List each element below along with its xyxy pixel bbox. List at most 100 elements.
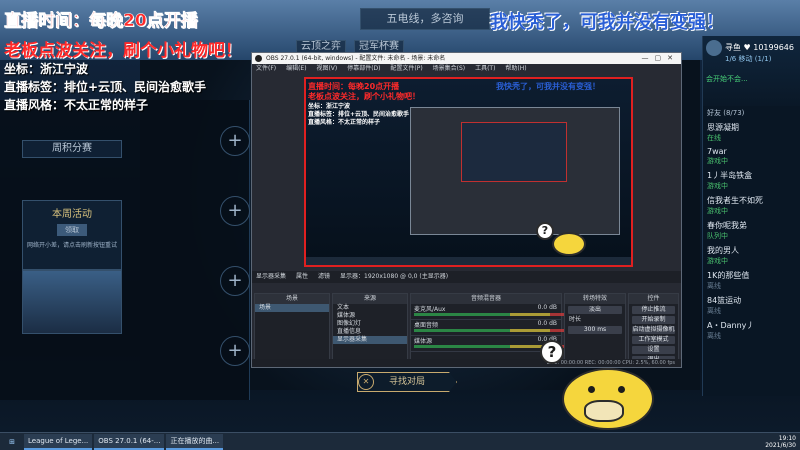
menu-scene-collection[interactable]: 场景集合(S): [433, 65, 466, 72]
scene-item[interactable]: 场景: [255, 304, 329, 312]
event-button[interactable]: 领取: [57, 224, 87, 236]
clock-date: 2021/6/30: [765, 441, 796, 449]
friend-item[interactable]: 84篮运动 离线: [703, 293, 800, 318]
obs-menu-bar: 文件(F) 编辑(E) 视图(V) 停靠部件(D) 配置文件(P) 场景集合(S…: [252, 64, 681, 74]
preview-nested-obs: [410, 107, 620, 235]
transitions-dock: 转场特效 淡出 时长 300 ms: [564, 293, 626, 363]
duration-input[interactable]: 300 ms: [568, 326, 622, 334]
psyduck-small-sticker: [552, 228, 588, 258]
virtual-camera-button[interactable]: 启动虚拟摄像机: [632, 326, 675, 334]
status-message[interactable]: 会开始不会...: [706, 74, 748, 84]
volume-meter[interactable]: [414, 313, 574, 316]
audio-mixer-header: 音频混音器: [411, 294, 561, 304]
menu-view[interactable]: 视图(V): [316, 65, 337, 72]
summoner-level: 1/6 移动 (1/1): [725, 55, 772, 63]
friend-name: 84篮运动: [707, 296, 742, 305]
add-slot-icon[interactable]: +: [220, 336, 250, 366]
properties-button[interactable]: 属性: [296, 271, 308, 283]
friend-item[interactable]: 春你呢我弟 队列中: [703, 218, 800, 243]
friend-status: 队列中: [707, 232, 728, 240]
friend-status: 游戏中: [707, 157, 728, 165]
obs-window: OBS 27.0.1 (64-bit, windows) - 配置文件: 未命名…: [251, 52, 682, 368]
start-icon[interactable]: ⊞: [0, 433, 24, 450]
follow-prompt-text: 老板点波关注，刷个小礼物吧！: [4, 41, 242, 61]
friend-name: 思源凝期: [707, 123, 739, 132]
settings-button[interactable]: 设置: [632, 346, 675, 354]
add-slot-icon[interactable]: +: [220, 266, 250, 296]
location-text: 坐标：浙江宁波: [4, 62, 89, 76]
obs-title-bar[interactable]: OBS 27.0.1 (64-bit, windows) - 配置文件: 未命名…: [252, 53, 681, 64]
taskbar-item-obs[interactable]: OBS 27.0.1 (64-...: [94, 433, 165, 450]
sources-dock-header: 来源: [333, 294, 407, 304]
obs-docks: 显示器采集 属性 滤镜 显示器：1920x1080 @ 0,0 (主显示器) 场…: [252, 271, 681, 367]
event-label: 本周活动: [52, 209, 92, 220]
psyduck-eye: [588, 386, 595, 393]
controls-dock: 控件 停止推流 开始录制 启动虚拟摄像机 工作室模式 设置 退出: [628, 293, 679, 364]
taskbar-item-music[interactable]: 正在播放的曲...: [166, 433, 224, 450]
sources-dock: 来源 文本 媒体源 图像幻灯 直播信息 显示器采集: [332, 293, 408, 363]
weekly-share-card[interactable]: 周积分赛: [22, 140, 122, 158]
source-item[interactable]: 显示器采集: [333, 336, 407, 344]
friend-name: 信我者生不如死: [707, 196, 763, 205]
display-select[interactable]: 显示器：1920x1080 @ 0,0 (主显示器): [340, 271, 448, 283]
mixer-channel-name: 媒体源: [414, 338, 433, 345]
friend-item[interactable]: 信我者生不如死 游戏中: [703, 193, 800, 218]
filters-button[interactable]: 滤镜: [318, 271, 330, 283]
event-banner-image[interactable]: [22, 270, 122, 334]
menu-tools[interactable]: 工具(T): [475, 65, 495, 72]
friends-header: 寻鱼 ♥ 10199646 1/6 移动 (1/1) 会开始不会...: [703, 36, 800, 106]
stream-time-title: 直播时间：每晚20点开播: [4, 11, 198, 32]
promo-banner[interactable]: 五电线，多咨询: [360, 8, 490, 30]
add-slot-icon[interactable]: +: [220, 196, 250, 226]
source-item[interactable]: 文本: [333, 304, 407, 312]
menu-profile[interactable]: 配置文件(P): [390, 65, 422, 72]
friend-item[interactable]: 7war 游戏中: [703, 145, 800, 168]
taskbar-item-league[interactable]: League of Lege...: [24, 433, 93, 450]
volume-meter[interactable]: [414, 329, 574, 332]
friend-item[interactable]: 1丿半岛铁盒 游戏中: [703, 168, 800, 193]
transitions-header: 转场特效: [565, 294, 625, 304]
friend-item[interactable]: 1K的那些值 离线: [703, 268, 800, 293]
add-slot-icon[interactable]: +: [220, 126, 250, 156]
friend-status: 游戏中: [707, 182, 728, 190]
source-item[interactable]: 图像幻灯: [333, 320, 407, 328]
friend-name: 1K的那些值: [707, 271, 750, 280]
menu-edit[interactable]: 编辑(E): [286, 65, 306, 72]
menu-help[interactable]: 帮助(H): [505, 65, 526, 72]
psyduck-eye: [618, 386, 625, 393]
mixer-channel[interactable]: 桌面音频 0.0 dB: [411, 320, 574, 336]
friend-name: 1丿半岛铁盒: [707, 171, 753, 180]
avatar[interactable]: [706, 40, 722, 56]
studio-mode-button[interactable]: 工作室模式: [632, 336, 675, 344]
friend-item[interactable]: 我的男人 游戏中: [703, 243, 800, 268]
clock-time: 19:10: [778, 434, 796, 442]
start-recording-button[interactable]: 开始录制: [632, 316, 675, 324]
menu-file[interactable]: 文件(F): [256, 65, 276, 72]
system-clock[interactable]: 19:10 2021/6/30: [765, 435, 800, 449]
duration-label: 时长: [569, 316, 582, 323]
menu-docks[interactable]: 停靠部件(D): [347, 65, 380, 72]
window-controls[interactable]: —▢✕: [642, 53, 679, 64]
friend-status: 在线: [707, 134, 721, 142]
source-item[interactable]: 直播信息: [333, 328, 407, 336]
scenes-dock: 场景 场景: [254, 293, 330, 363]
source-item[interactable]: 媒体源: [333, 312, 407, 320]
transition-select[interactable]: 淡出: [568, 306, 622, 314]
scenes-dock-header: 场景: [255, 294, 329, 304]
friend-name: A・Danny丿: [707, 321, 755, 330]
friend-status: 离线: [707, 282, 721, 290]
friend-status: 离线: [707, 332, 721, 340]
mixer-channel[interactable]: 媒体源 0.0 dB: [411, 336, 574, 352]
mixer-channel[interactable]: 麦克风/Aux 0.0 dB: [411, 304, 574, 320]
friend-name: 7war: [707, 147, 727, 156]
psyduck-body: [552, 232, 586, 256]
friends-group-header[interactable]: 好友 (8/73): [703, 106, 800, 120]
stream-style-text: 直播风格：不太正常的样子: [4, 98, 149, 112]
close-queue-button[interactable]: ✕: [358, 374, 374, 390]
friend-item[interactable]: A・Danny丿 离线: [703, 318, 800, 343]
friends-panel: 寻鱼 ♥ 10199646 1/6 移动 (1/1) 会开始不会... 好友 (…: [702, 36, 800, 396]
stop-streaming-button[interactable]: 停止推流: [632, 306, 675, 314]
selected-source-label: 显示器采集: [256, 273, 287, 280]
summoner-name: 寻鱼 ♥ 10199646: [725, 43, 794, 52]
friend-item[interactable]: 思源凝期 在线: [703, 120, 800, 145]
